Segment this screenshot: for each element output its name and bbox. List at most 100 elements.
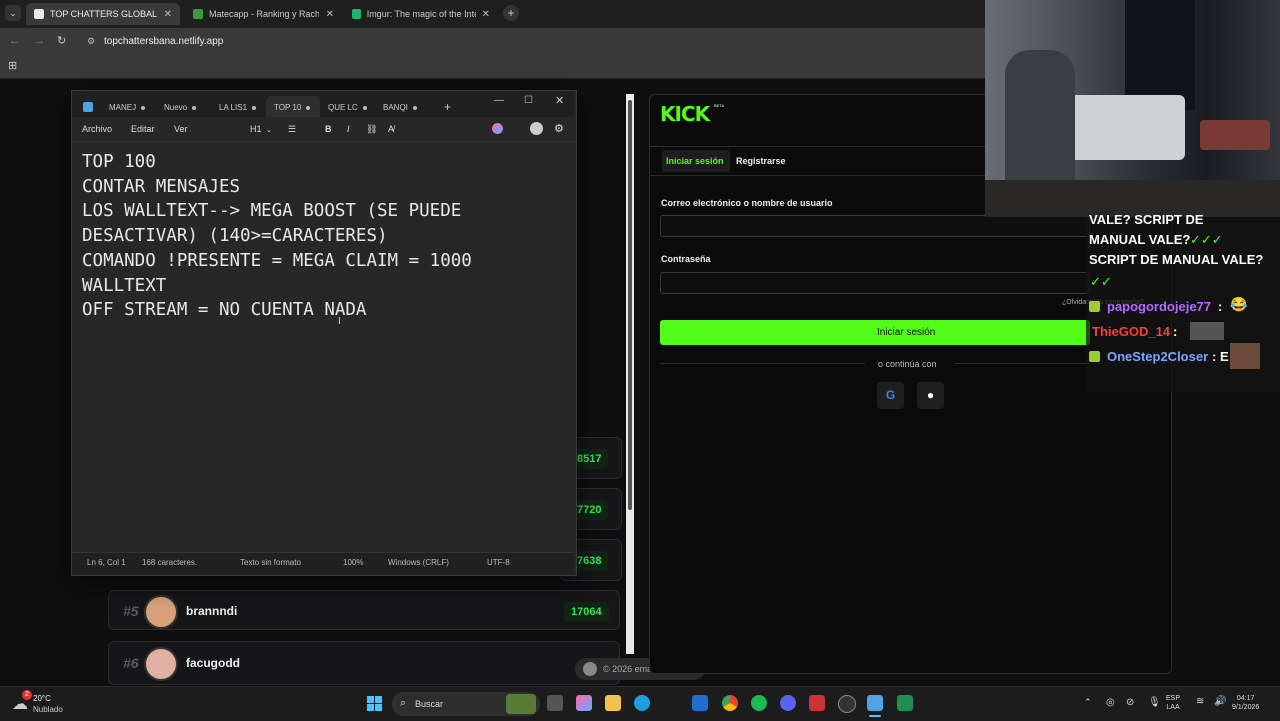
chat-text-line: MANUAL VALE? [1089, 232, 1191, 247]
browser-tab[interactable]: Imgur: The magic of the Interne ✕ [344, 3, 498, 25]
unsaved-dot-icon [362, 105, 367, 110]
weather-desc: Nublado [33, 705, 63, 714]
avatar [144, 595, 178, 629]
menu-archivo[interactable]: Archivo [82, 124, 112, 134]
minimize-icon[interactable]: — [494, 95, 504, 106]
chevron-down-icon: ⌄ [266, 127, 272, 134]
chat-message: : [1173, 324, 1178, 339]
microphone-icon[interactable]: 🎙 [1148, 697, 1161, 708]
account-icon[interactable] [530, 122, 543, 135]
unsaved-dot-icon [252, 105, 257, 110]
language-layout: LAA [1166, 704, 1180, 711]
kick-logo[interactable]: KICK [660, 102, 710, 126]
settings-gear-icon[interactable]: ⚙ [554, 122, 564, 135]
link-icon[interactable]: ⛓ [366, 124, 377, 135]
close-icon[interactable]: ✕ [555, 94, 564, 107]
kick-divider [650, 175, 985, 176]
password-field[interactable] [660, 272, 1090, 294]
notepad-tab[interactable]: MANEJ [109, 103, 146, 112]
avatar [144, 647, 178, 681]
chat-message: : E [1212, 349, 1229, 364]
outlook-icon[interactable] [692, 695, 708, 711]
maximize-icon[interactable]: ☐ [524, 95, 533, 106]
copilot-taskbar-icon[interactable] [576, 695, 592, 711]
copilot-icon[interactable] [492, 123, 503, 134]
tab-menu-button[interactable]: ⌄ [5, 5, 21, 21]
tray-app-icon[interactable]: ◎ [1106, 697, 1115, 708]
clear-format-icon[interactable]: A̸ [388, 124, 394, 134]
start-button-icon[interactable] [367, 696, 382, 711]
clock[interactable]: 04:17 9/1/2026 [1232, 694, 1259, 712]
emote-icon: 😂 [1230, 296, 1248, 312]
apple-login-button[interactable]: ● [917, 382, 944, 409]
page-scrollbar-thumb[interactable] [628, 100, 632, 510]
forward-icon[interactable]: → [34, 35, 45, 47]
obs-icon[interactable] [838, 695, 856, 713]
google-login-button[interactable]: G [877, 382, 904, 409]
clock-date: 9/1/2026 [1232, 704, 1260, 711]
tab-register[interactable]: Registrarse [736, 156, 786, 166]
notepad-taskbar-icon[interactable] [867, 695, 883, 711]
unsaved-dot-icon [141, 105, 146, 110]
leaderboard-row[interactable]: #6 facugodd [108, 641, 620, 685]
imgur-favicon-icon [352, 9, 361, 19]
unsaved-dot-icon [412, 105, 417, 110]
excel-icon[interactable] [897, 695, 913, 711]
notepad-tab[interactable]: Nuevo [164, 103, 197, 112]
notepad-new-tab-icon[interactable]: + [444, 100, 451, 114]
notepad-tab-active[interactable]: TOP 10 [274, 103, 311, 112]
notepad-tab[interactable]: BANQI [383, 103, 417, 112]
discord-icon[interactable] [780, 695, 796, 711]
status-zoom[interactable]: 100% [343, 558, 363, 567]
author-avatar [583, 662, 597, 676]
chat-username: ThieGOD_14 [1092, 324, 1171, 339]
notepad-tab[interactable]: LA LIS1 [219, 103, 257, 112]
chrome-icon[interactable] [722, 695, 738, 711]
unsaved-dot-icon [306, 105, 311, 110]
file-explorer-icon[interactable] [605, 695, 621, 711]
bold-icon[interactable]: B [325, 124, 332, 134]
tab-close-icon[interactable]: ✕ [164, 9, 172, 20]
tray-muted-icon[interactable]: ⊘ [1126, 697, 1134, 708]
notepad-tab-label: TOP 10 [274, 103, 302, 112]
browser-tab-active[interactable]: TOP CHATTERS GLOBAL ✕ [26, 3, 180, 25]
notepad-tab[interactable]: QUE LC [328, 103, 367, 112]
notepad-text-area[interactable]: TOP 100 CONTAR MENSAJES LOS WALLTEXT--> … [82, 150, 472, 323]
edge-icon[interactable] [634, 695, 650, 711]
tab-close-icon[interactable]: ✕ [326, 9, 334, 20]
menu-editar[interactable]: Editar [131, 124, 155, 134]
task-view-icon[interactable] [547, 695, 563, 711]
login-submit-button[interactable] [660, 320, 1090, 345]
site-info-icon[interactable]: ⚙ [87, 36, 95, 47]
tab-favicon-icon [34, 9, 44, 19]
news-icon[interactable] [809, 695, 825, 711]
email-field[interactable] [660, 215, 1090, 237]
tab-close-icon[interactable]: ✕ [482, 9, 490, 20]
apps-grid-icon[interactable]: ⊞ [8, 59, 17, 72]
url-input[interactable]: topchattersbana.netlify.app [104, 36, 223, 47]
back-icon[interactable]: ← [9, 35, 20, 47]
italic-icon[interactable]: I [347, 124, 350, 134]
browser-tab[interactable]: Matecapp - Ranking y Racha de ✕ [185, 3, 342, 25]
chat-text-line: SCRIPT DE MANUAL VALE? [1089, 252, 1264, 267]
tray-chevron-up-icon[interactable]: ⌃ [1084, 697, 1092, 708]
tab-login[interactable]: Iniciar sesión [666, 156, 724, 166]
list-icon[interactable]: ☰ [288, 124, 296, 135]
heading-dropdown[interactable]: H1 [250, 124, 262, 134]
chat-badge-icon [1089, 351, 1100, 362]
reload-icon[interactable]: ↻ [57, 34, 66, 47]
spotify-icon[interactable] [751, 695, 767, 711]
email-label: Correo electrónico o nombre de usuario [661, 198, 833, 208]
weather-temp: 20°C [33, 694, 51, 703]
volume-icon[interactable]: 🔊 [1214, 696, 1226, 707]
wifi-icon[interactable]: ≋ [1196, 696, 1204, 707]
kick-divider [650, 146, 985, 147]
new-tab-button[interactable]: + [503, 5, 519, 21]
language-indicator[interactable]: ESP LAA [1166, 694, 1180, 712]
menu-ver[interactable]: Ver [174, 124, 188, 134]
notepad-tab-label: Nuevo [164, 103, 188, 112]
status-line-ending: Windows (CRLF) [388, 558, 449, 567]
language-code: ESP [1166, 695, 1181, 702]
unsaved-dot-icon [192, 105, 197, 110]
leaderboard-row[interactable]: #5 brannndi 17064 [108, 590, 620, 630]
